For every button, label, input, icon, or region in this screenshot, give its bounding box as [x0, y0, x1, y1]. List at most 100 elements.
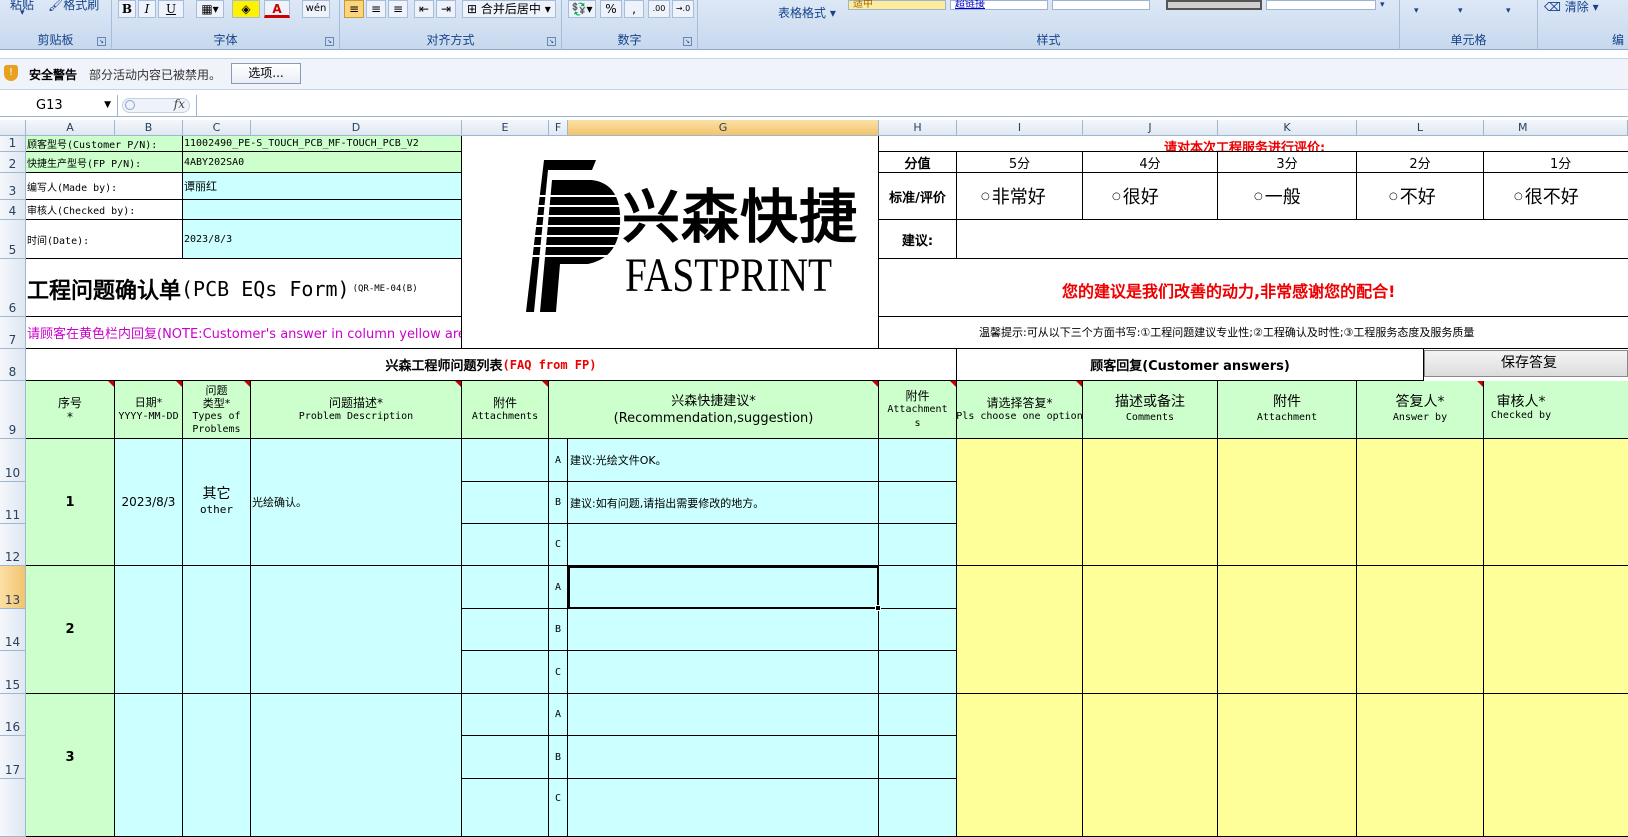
recommendation-cell[interactable] [568, 736, 879, 779]
fill-color-button[interactable]: ◈ [232, 0, 260, 18]
attachment-cell[interactable] [879, 779, 957, 837]
bold-button[interactable]: B [118, 0, 136, 18]
attachment-cell[interactable] [879, 736, 957, 779]
increase-decimal-button[interactable]: .00 [648, 0, 670, 18]
row-header[interactable]: 16 [0, 694, 26, 736]
column-header[interactable]: A [26, 120, 115, 136]
row-header[interactable]: 17 [0, 736, 26, 779]
answer-attachment-cell[interactable] [1218, 694, 1357, 837]
customer-pn-value[interactable]: 11002490_PE-S_TOUCH_PCB_MF-TOUCH_PCB_V2 [183, 136, 462, 152]
clear-button[interactable]: ⌫ 清除 ▾ [1544, 0, 1599, 15]
answer-choice-cell[interactable] [957, 439, 1083, 566]
decrease-decimal-button[interactable]: →.0 [672, 0, 694, 18]
percent-button[interactable]: % [600, 0, 622, 18]
format-painter-button[interactable]: 🖌格式刷 [48, 0, 99, 13]
answer-attachment-cell[interactable] [1218, 566, 1357, 694]
row-header[interactable]: 2 [0, 152, 26, 173]
underline-button[interactable]: U [158, 0, 184, 18]
attachment-cell[interactable] [462, 482, 549, 524]
attachment-cell[interactable] [462, 524, 549, 566]
style-check-cell[interactable] [1166, 0, 1262, 10]
attachment-cell[interactable] [462, 694, 549, 736]
select-all-corner[interactable] [0, 120, 26, 136]
style-cell-3[interactable] [1052, 0, 1150, 10]
recommendation-cell[interactable] [568, 609, 879, 651]
selected-cell-g13[interactable] [568, 566, 879, 609]
issue-date[interactable]: 2023/8/3 [115, 439, 183, 566]
radio-icon[interactable]: ○ [1112, 191, 1121, 202]
merge-center-button[interactable]: ⊞ 合并后居中 ▾ [462, 0, 556, 18]
column-header[interactable]: F [549, 120, 568, 136]
attachment-cell[interactable] [879, 694, 957, 736]
attachment-cell[interactable] [879, 566, 957, 609]
answer-by-cell[interactable] [1357, 566, 1484, 694]
answer-comments-cell[interactable] [1083, 566, 1218, 694]
attachment-cell[interactable] [879, 651, 957, 694]
dialog-launcher-icon[interactable]: ↘ [547, 37, 556, 46]
cancel-circle-icon[interactable] [125, 100, 135, 110]
column-header[interactable]: K [1218, 120, 1357, 136]
style-explanatory-cell[interactable] [1266, 0, 1376, 10]
dialog-launcher-icon[interactable]: ↘ [97, 37, 106, 46]
attachment-cell[interactable] [462, 439, 549, 482]
align-left-button[interactable]: ≡ [344, 0, 364, 18]
row-header[interactable]: 9 [0, 381, 26, 439]
insert-dropdown-icon[interactable]: ▾ [1414, 6, 1419, 16]
delete-dropdown-icon[interactable]: ▾ [1458, 6, 1463, 16]
comma-button[interactable]: , [624, 0, 644, 18]
attachment-cell[interactable] [879, 482, 957, 524]
issue-date[interactable] [115, 566, 183, 694]
date-value[interactable]: 2023/8/3 [183, 220, 462, 259]
suggestion-input[interactable] [957, 220, 1628, 259]
style-hyperlink-cell[interactable]: 超链接 [950, 0, 1048, 10]
made-by-value[interactable]: 谭丽红 [183, 173, 462, 200]
align-center-button[interactable]: ≡ [366, 0, 386, 18]
fp-pn-value[interactable]: 4ABY202SA0 [183, 152, 462, 173]
increase-indent-button[interactable]: ⇥ [436, 0, 456, 18]
rating-option[interactable]: ○ 很好 [1083, 173, 1218, 220]
phonetic-button[interactable]: wén [302, 0, 330, 18]
radio-icon[interactable]: ○ [1514, 191, 1523, 202]
formula-input[interactable] [196, 95, 1628, 116]
row-header[interactable]: 11 [0, 482, 26, 524]
format-as-table-button[interactable]: 表格格式 ▾ [778, 4, 836, 21]
row-header[interactable]: 7 [0, 317, 26, 349]
dialog-launcher-icon[interactable]: ↘ [325, 37, 334, 46]
column-header[interactable]: B [115, 120, 183, 136]
options-button[interactable]: 选项... [231, 63, 301, 84]
rating-option[interactable]: ○ 非常好 [957, 173, 1083, 220]
column-header[interactable]: D [251, 120, 462, 136]
issue-date[interactable] [115, 694, 183, 837]
border-button[interactable]: ▦▾ [196, 0, 224, 18]
row-header-selected[interactable]: 13 [0, 566, 26, 609]
issue-description[interactable] [251, 566, 462, 694]
column-header[interactable]: L [1357, 120, 1484, 136]
answer-choice-cell[interactable] [957, 566, 1083, 694]
answer-by-cell[interactable] [1357, 694, 1484, 837]
attachment-cell[interactable] [879, 609, 957, 651]
style-neutral-cell[interactable]: 适中 [848, 0, 946, 10]
radio-icon[interactable]: ○ [1254, 191, 1263, 202]
issue-description[interactable]: 光绘确认。 [251, 439, 462, 566]
attachment-cell[interactable] [879, 524, 957, 566]
row-header[interactable]: 1 [0, 136, 26, 152]
row-header[interactable]: 6 [0, 259, 26, 317]
font-color-button[interactable]: A [264, 0, 290, 18]
answer-comments-cell[interactable] [1083, 694, 1218, 837]
issue-type[interactable]: 其它 other [183, 439, 251, 566]
column-header[interactable]: E [462, 120, 549, 136]
attachment-cell[interactable] [462, 779, 549, 837]
issue-type[interactable] [183, 694, 251, 837]
column-header[interactable]: M [1484, 120, 1628, 136]
row-header[interactable] [0, 779, 26, 837]
row-header[interactable]: 10 [0, 439, 26, 482]
checked-by-cell[interactable] [1484, 694, 1628, 837]
attachment-cell[interactable] [462, 609, 549, 651]
checked-by-cell[interactable] [1484, 439, 1628, 566]
recommendation-cell[interactable] [568, 694, 879, 736]
answer-attachment-cell[interactable] [1218, 439, 1357, 566]
issue-type[interactable] [183, 566, 251, 694]
attachment-cell[interactable] [879, 439, 957, 482]
styles-scroll-icon[interactable]: ▾ [1380, 0, 1385, 10]
column-header[interactable]: J [1083, 120, 1218, 136]
